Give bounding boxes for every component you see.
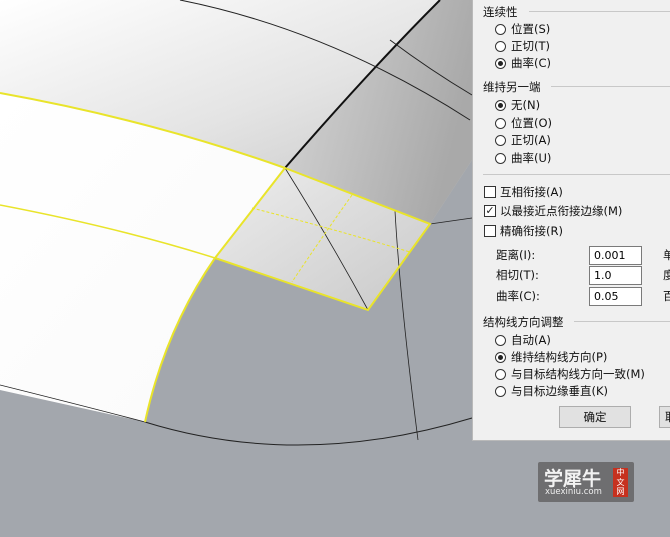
radio-button-icon [495, 152, 506, 164]
radio-other-end-curvature[interactable]: 曲率(U) [495, 150, 551, 166]
radio-other-end-none[interactable]: 无(N) [495, 97, 540, 113]
checkbox-refine-match[interactable]: 精确衔接(R) [484, 223, 563, 239]
isocurve-direction-group-title: 结构线方向调整 [483, 315, 564, 329]
radio-label: 曲率(U) [511, 151, 552, 165]
tangency-input[interactable] [589, 266, 642, 285]
watermark-logo: 学犀牛 xuexiniu.com 中文网 [538, 462, 634, 502]
radio-label: 与目标边缘垂直(K) [511, 384, 609, 398]
checkbox-label: 以最接近点衔接边缘(M) [500, 204, 623, 218]
tangency-label: 相切(T): [496, 268, 539, 282]
cancel-button[interactable]: 取 [659, 406, 670, 428]
curvature-unit: 百 [663, 288, 670, 304]
radio-button-icon [495, 40, 506, 52]
radio-button-selected-icon [495, 57, 506, 69]
radio-button-icon [495, 368, 506, 380]
radio-other-end-position[interactable]: 位置(O) [495, 115, 552, 131]
curvature-label: 曲率(C): [496, 289, 540, 303]
divider [529, 11, 670, 12]
checkbox-icon [484, 186, 496, 198]
radio-isocurve-automatic[interactable]: 自动(A) [495, 332, 551, 348]
radio-button-icon [495, 117, 506, 129]
ok-button[interactable]: 确定 [559, 406, 631, 428]
radio-other-end-tangent[interactable]: 正切(A) [495, 132, 551, 148]
continuity-group-title: 连续性 [483, 5, 518, 19]
radio-continuity-tangent[interactable]: 正切(T) [495, 38, 550, 54]
checkbox-label: 精确衔接(R) [500, 224, 563, 238]
radio-label: 无(N) [511, 98, 541, 112]
radio-label: 正切(A) [511, 133, 551, 147]
distance-label: 距离(I): [496, 248, 536, 262]
distance-unit: 单 [663, 247, 670, 263]
radio-button-selected-icon [495, 351, 506, 363]
radio-isocurve-match-target[interactable]: 与目标结构线方向一致(M) [495, 366, 645, 382]
radio-button-icon [495, 23, 506, 35]
distance-input[interactable] [589, 246, 642, 265]
divider [551, 86, 670, 87]
checkbox-mutual-match[interactable]: 互相衔接(A) [484, 184, 563, 200]
radio-button-icon [495, 134, 506, 146]
radio-label: 自动(A) [511, 333, 551, 347]
watermark-site: xuexiniu.com [545, 487, 602, 497]
checkbox-label: 互相衔接(A) [500, 185, 563, 199]
radio-label: 位置(S) [511, 22, 551, 36]
radio-label: 曲率(C) [511, 56, 552, 70]
match-surface-panel: 连续性 位置(S) 正切(T) 曲率(C) 维持另一端 无(N) 位置(O) 正… [472, 0, 670, 441]
radio-label: 正切(T) [511, 39, 550, 53]
watermark-seal: 中文网 [613, 468, 628, 497]
radio-isocurve-perpendicular[interactable]: 与目标边缘垂直(K) [495, 383, 608, 399]
tangency-unit: 度 [663, 267, 670, 283]
checkbox-icon [484, 225, 496, 237]
divider [574, 321, 670, 322]
radio-button-selected-icon [495, 99, 506, 111]
maintain-other-end-group-title: 维持另一端 [483, 80, 541, 94]
curvature-input[interactable] [589, 287, 642, 306]
radio-continuity-curvature[interactable]: 曲率(C) [495, 55, 551, 71]
radio-label: 位置(O) [511, 116, 553, 130]
checkbox-match-closest-point[interactable]: ✓ 以最接近点衔接边缘(M) [484, 203, 622, 219]
radio-button-icon [495, 334, 506, 346]
radio-label: 维持结构线方向(P) [511, 350, 608, 364]
divider [483, 174, 670, 175]
radio-isocurve-preserve[interactable]: 维持结构线方向(P) [495, 349, 607, 365]
radio-continuity-position[interactable]: 位置(S) [495, 21, 550, 37]
radio-label: 与目标结构线方向一致(M) [511, 367, 645, 381]
checkbox-checked-icon: ✓ [484, 204, 496, 217]
radio-button-icon [495, 385, 506, 397]
